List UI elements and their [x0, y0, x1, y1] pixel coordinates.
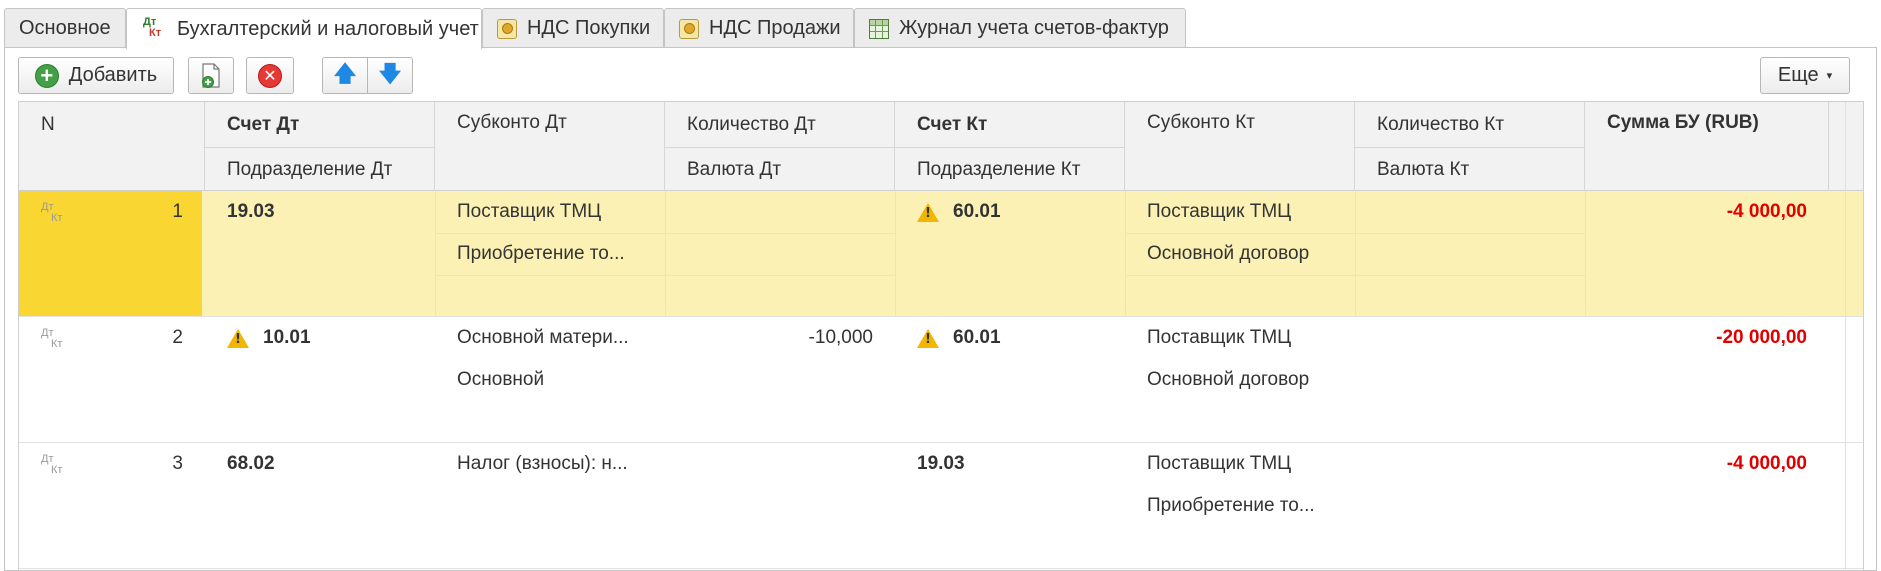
journal-grid-icon — [869, 18, 889, 39]
warning-icon — [227, 328, 249, 348]
subkonto-dt-1[interactable]: Налог (взносы): н... — [435, 443, 665, 485]
table-row[interactable]: Дт Кт 1 19.03 Поставщик ТМЦ Приобретение … — [19, 191, 1863, 317]
tab-label: Журнал учета счетов-фактур — [899, 17, 1169, 39]
delete-button[interactable]: ✕ — [246, 57, 294, 94]
header-kol-kt[interactable]: Количество Кт — [1355, 102, 1585, 147]
plus-icon: + — [34, 63, 59, 88]
schet-kt[interactable]: 60.01 — [895, 191, 1125, 233]
row-number: 3 — [172, 453, 183, 474]
header-subkonto-dt[interactable]: Субконто Дт — [435, 102, 665, 191]
copy-button[interactable] — [188, 57, 234, 94]
tab-label: НДС Покупки — [527, 17, 651, 39]
header-summa-bu[interactable]: Сумма БУ (RUB) — [1585, 102, 1829, 191]
table-row[interactable]: ДтКт 2 10.01 Основной матери... Основной… — [19, 317, 1863, 443]
tab-label: Основное — [19, 17, 111, 39]
coin-icon — [497, 18, 517, 39]
row-number: 1 — [172, 201, 183, 222]
arrow-up-icon: 🡅 — [333, 60, 357, 86]
table-header: N Счет Дт Подразделение Дт Субконто Дт К… — [19, 102, 1863, 191]
warning-icon — [917, 328, 939, 348]
warning-icon — [917, 202, 939, 222]
tab-invoice-journal[interactable]: Журнал учета счетов-фактур — [854, 8, 1186, 48]
header-podrazd-kt[interactable]: Подразделение Кт — [895, 147, 1125, 191]
coin-icon — [679, 18, 699, 39]
tab-label: Бухгалтерский и налоговый учет — [177, 17, 479, 40]
subkonto-dt-1[interactable]: Поставщик ТМЦ — [435, 191, 665, 233]
subkonto-dt-2[interactable]: Приобретение то... — [435, 233, 665, 275]
tab-vat-sales[interactable]: НДС Продажи — [664, 8, 854, 48]
schet-dt[interactable]: 19.03 — [205, 191, 435, 233]
header-schet-kt[interactable]: Счет Кт — [895, 102, 1125, 147]
header-schet-dt[interactable]: Счет Дт — [205, 102, 435, 147]
subkonto-dt-2[interactable]: Основной — [435, 359, 665, 401]
tab-accounting-tax[interactable]: Дт Кт Бухгалтерский и налоговый учет — [126, 8, 482, 49]
kol-dt[interactable]: -10,000 — [665, 317, 895, 359]
header-n[interactable]: N — [19, 102, 205, 147]
subkonto-kt-1[interactable]: Поставщик ТМЦ — [1125, 317, 1355, 359]
delete-icon: ✕ — [258, 63, 282, 88]
schet-dt[interactable]: 10.01 — [205, 317, 435, 359]
add-button-label: Добавить — [68, 64, 158, 86]
table-row[interactable]: Дт Кт 3 68.02 Налог (взносы): н... 19.03 … — [19, 443, 1863, 569]
subkonto-kt-1[interactable]: Поставщик ТМЦ — [1125, 443, 1355, 485]
chevron-down-icon: ▾ — [1826, 70, 1833, 82]
move-up-button[interactable]: 🡅 — [322, 57, 368, 94]
summa-bu[interactable]: -4 000,00 — [1585, 191, 1829, 233]
schet-dt[interactable]: 68.02 — [205, 443, 435, 485]
more-button[interactable]: Еще ▾ — [1760, 57, 1850, 94]
tab-bar: Основное Дт Кт Бухгалтерский и налоговый … — [0, 0, 1881, 49]
header-kol-dt[interactable]: Количество Дт — [665, 102, 895, 147]
tab-osnovnoe[interactable]: Основное — [4, 8, 126, 48]
arrow-down-icon: 🡇 — [378, 60, 402, 86]
header-valuta-kt[interactable]: Валюта Кт — [1355, 147, 1585, 191]
subkonto-kt-2[interactable]: Приобретение то... — [1125, 485, 1355, 527]
entries-table: N Счет Дт Подразделение Дт Субконто Дт К… — [18, 101, 1864, 571]
subkonto-kt-2[interactable]: Основной договор — [1125, 359, 1355, 401]
header-subkonto-kt[interactable]: Субконто Кт — [1125, 102, 1355, 191]
move-down-button[interactable]: 🡇 — [367, 57, 413, 94]
more-button-label: Еще — [1777, 64, 1819, 86]
dt-kt-icon: Дт Кт — [143, 16, 162, 39]
tab-vat-purchases[interactable]: НДС Покупки — [482, 8, 664, 48]
header-valuta-dt[interactable]: Валюта Дт — [665, 147, 895, 191]
subkonto-kt-1[interactable]: Поставщик ТМЦ — [1125, 191, 1355, 233]
schet-kt[interactable]: 19.03 — [895, 443, 1125, 485]
subkonto-kt-2[interactable]: Основной договор — [1125, 233, 1355, 275]
header-n-sub — [19, 147, 205, 191]
row-number: 2 — [172, 327, 183, 348]
tab-label: НДС Продажи — [709, 17, 841, 39]
summa-bu[interactable]: -20 000,00 — [1585, 317, 1829, 359]
copy-document-icon — [202, 62, 220, 88]
header-podrazd-dt[interactable]: Подразделение Дт — [205, 147, 435, 191]
schet-kt[interactable]: 60.01 — [895, 317, 1125, 359]
subkonto-dt-1[interactable]: Основной матери... — [435, 317, 665, 359]
scrollbar-track[interactable] — [1845, 102, 1846, 571]
summa-bu[interactable]: -4 000,00 — [1585, 443, 1829, 485]
add-button[interactable]: + Добавить — [18, 57, 174, 94]
